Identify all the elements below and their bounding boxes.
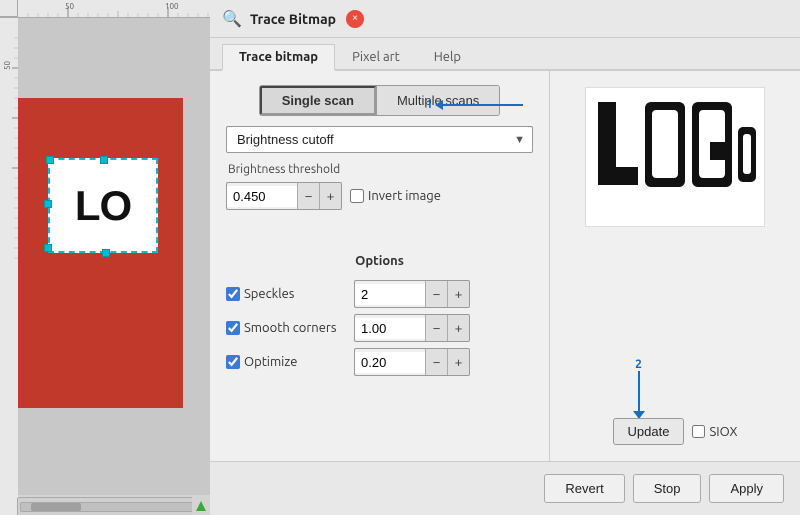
handle-mid-left-2[interactable] <box>44 244 52 252</box>
smooth-corners-label: Smooth corners <box>226 321 346 335</box>
speckles-value-input[interactable] <box>355 284 425 305</box>
invert-image-label: Invert image <box>350 189 441 203</box>
annotation-1: 1 <box>426 98 523 111</box>
annotation-1-number: 1 <box>426 98 433 111</box>
canvas-corner <box>192 497 210 515</box>
speckles-increase-button[interactable]: + <box>447 281 469 307</box>
speckles-decrease-button[interactable]: − <box>425 281 447 307</box>
svg-text:50: 50 <box>65 2 75 11</box>
optimize-decrease-button[interactable]: − <box>425 349 447 375</box>
mode-dropdown-row: Brightness cutoff ▼ <box>226 126 533 153</box>
optimize-input-group: − + <box>354 348 470 376</box>
speckles-input-group: − + <box>354 280 470 308</box>
siox-checkbox[interactable] <box>692 425 705 438</box>
preview-logo-text <box>590 92 760 222</box>
handle-top-mid[interactable] <box>100 156 108 164</box>
threshold-input-group: − + <box>226 182 342 210</box>
speckles-checkbox[interactable] <box>226 287 240 301</box>
preview-panel: 2 Update SIOX <box>550 71 800 461</box>
dialog-titlebar: 🔍 Trace Bitmap × <box>210 0 800 38</box>
scrollbar-thumb[interactable] <box>31 503 81 511</box>
revert-button[interactable]: Revert <box>544 474 624 503</box>
ruler-marks: 50 100 <box>18 0 210 17</box>
dialog-title: Trace Bitmap <box>250 11 336 27</box>
speckles-label: Speckles <box>226 287 346 301</box>
preview-image <box>585 87 765 227</box>
canvas-area: 50 100 <box>0 0 210 515</box>
smooth-corners-value-input[interactable] <box>355 318 425 339</box>
smooth-corners-text: Smooth corners <box>244 321 336 335</box>
preview-logo-svg <box>590 92 760 212</box>
update-row: Update SIOX <box>613 418 738 445</box>
threshold-value-input[interactable] <box>227 186 297 207</box>
tab-trace-bitmap[interactable]: Trace bitmap <box>222 44 335 71</box>
threshold-row: − + Invert image <box>226 182 533 210</box>
speckles-text: Speckles <box>244 287 294 301</box>
threshold-label: Brightness threshold <box>226 163 533 176</box>
update-button[interactable]: Update <box>613 418 685 445</box>
single-scan-button[interactable]: Single scan <box>260 86 376 115</box>
handle-top-left[interactable] <box>46 156 54 164</box>
ruler-top: 50 100 <box>0 0 210 18</box>
optimize-label: Optimize <box>226 355 346 369</box>
canvas-logo-text: LO <box>75 182 131 230</box>
optimize-row: Optimize − + <box>226 348 533 376</box>
dropdown-container: 1 Brightness cutoff ▼ <box>226 126 533 153</box>
optimize-checkbox[interactable] <box>226 355 240 369</box>
smooth-corners-checkbox[interactable] <box>226 321 240 335</box>
siox-label: SIOX <box>692 425 737 439</box>
handle-bottom-mid[interactable] <box>102 249 110 257</box>
handle-mid-left[interactable] <box>44 200 52 208</box>
svg-text:100: 100 <box>165 2 179 11</box>
spacer <box>226 220 533 240</box>
dialog-footer: Revert Stop Apply <box>210 461 800 515</box>
svg-text:50: 50 <box>3 60 12 70</box>
smooth-corners-decrease-button[interactable]: − <box>425 315 447 341</box>
annotation-2: 2 <box>633 358 645 419</box>
annotation-2-line <box>638 371 640 411</box>
options-title: Options <box>226 250 533 272</box>
logo-selection-box: LO <box>48 158 158 253</box>
ruler-left: 50 <box>0 18 18 515</box>
red-background-block <box>18 98 183 408</box>
ruler-corner <box>0 0 18 17</box>
annotation-arrow-head <box>435 100 443 110</box>
invert-image-checkbox[interactable] <box>350 189 364 203</box>
optimize-increase-button[interactable]: + <box>447 349 469 375</box>
tab-help[interactable]: Help <box>417 44 478 69</box>
threshold-increase-button[interactable]: + <box>319 183 341 209</box>
annotation-1-arrow <box>435 100 523 110</box>
optimize-value-input[interactable] <box>355 352 425 373</box>
mode-dropdown[interactable]: Brightness cutoff <box>226 126 533 153</box>
options-section: Options Speckles − + <box>226 250 533 376</box>
trace-bitmap-dialog: 🔍 Trace Bitmap × Trace bitmap Pixel art … <box>210 0 800 515</box>
invert-image-text: Invert image <box>368 189 441 203</box>
speckles-row: Speckles − + <box>226 280 533 308</box>
scrollbar-track[interactable] <box>20 502 208 512</box>
controls-panel: Single scan Multiple scans 1 Brightness … <box>210 71 550 461</box>
stop-button[interactable]: Stop <box>633 474 702 503</box>
tab-pixel-art[interactable]: Pixel art <box>335 44 417 69</box>
siox-text: SIOX <box>709 425 737 439</box>
canvas-content: LO <box>18 18 210 495</box>
annotation-arrow-line <box>443 104 523 106</box>
annotation-2-number: 2 <box>635 358 642 371</box>
tabs-row: Trace bitmap Pixel art Help <box>210 38 800 71</box>
update-section: 2 Update SIOX <box>613 418 738 445</box>
apply-button[interactable]: Apply <box>709 474 784 503</box>
threshold-decrease-button[interactable]: − <box>297 183 319 209</box>
horizontal-scrollbar[interactable] <box>18 497 210 515</box>
trace-bitmap-icon: 🔍 <box>222 9 242 29</box>
close-button[interactable]: × <box>346 10 364 28</box>
smooth-corners-row: Smooth corners − + <box>226 314 533 342</box>
optimize-text: Optimize <box>244 355 297 369</box>
threshold-section: Brightness threshold − + Invert image <box>226 163 533 210</box>
dialog-content: Single scan Multiple scans 1 Brightness … <box>210 71 800 461</box>
smooth-corners-input-group: − + <box>354 314 470 342</box>
smooth-corners-increase-button[interactable]: + <box>447 315 469 341</box>
